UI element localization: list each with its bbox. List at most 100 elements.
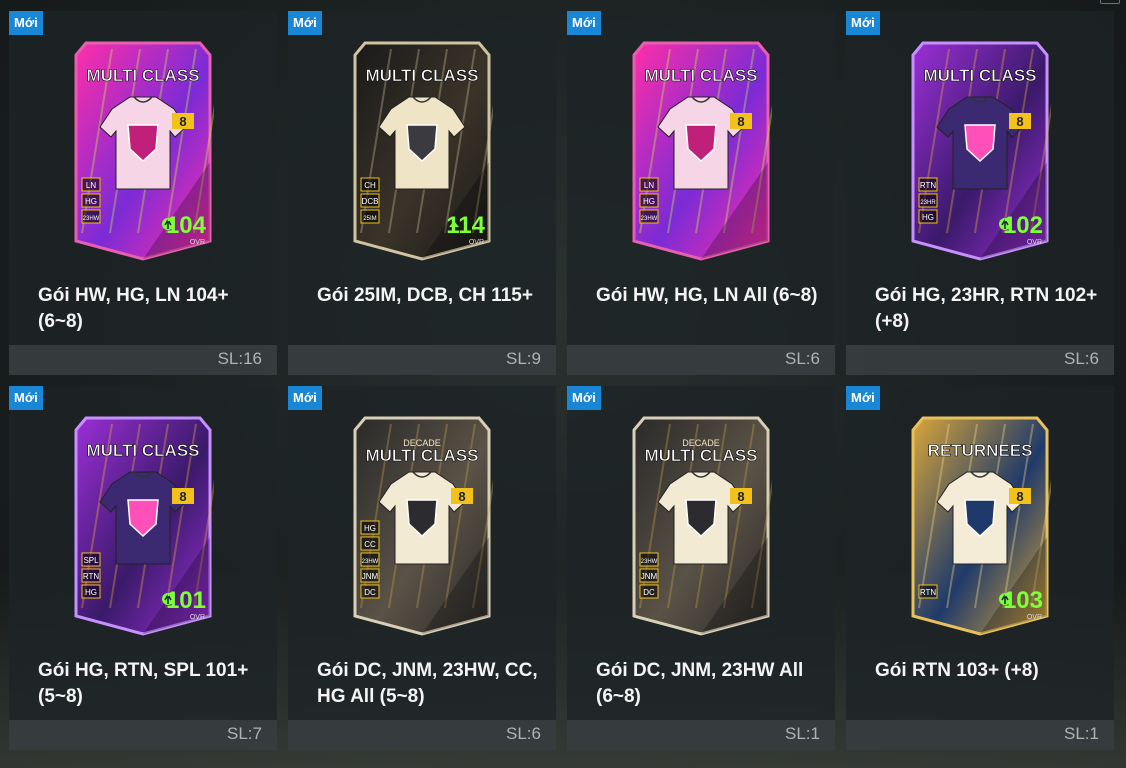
new-badge: Mới: [567, 11, 601, 35]
new-badge: Mới: [567, 386, 601, 410]
card-header-text: MULTI CLASS: [365, 66, 478, 85]
position-tag-text: LN: [86, 181, 96, 190]
position-tag-text: SPL: [83, 556, 99, 565]
new-badge: Mới: [846, 11, 880, 35]
pack-card[interactable]: Mới DECADE MULTI CLASS 8 HG CC 23HW JNM DC Gói …: [288, 386, 556, 750]
position-tag-text: LN: [644, 181, 654, 190]
quantity-bar: SL:7: [9, 720, 277, 750]
pack-title: Gói HW, HG, LN All (6~8): [596, 285, 818, 306]
pack-title: Gói DC, JNM, 23HW All (6~8): [596, 660, 804, 707]
position-tag-text: 25IM: [363, 216, 376, 222]
new-badge: Mới: [288, 11, 322, 35]
pack-card-image: MULTI CLASS CH DCB 25IM 114OVR: [353, 41, 493, 261]
pack-title: Gói RTN 103+ (+8): [875, 660, 1039, 681]
new-badge: Mới: [288, 386, 322, 410]
position-tag-text: HG: [364, 524, 376, 533]
pack-title: Gói HG, 23HR, RTN 102+ (+8): [875, 285, 1098, 332]
pack-title: Gói HW, HG, LN 104+ (6~8): [38, 285, 229, 332]
position-tag-text: HG: [643, 197, 655, 206]
quantity-bar: SL:16: [9, 345, 277, 375]
position-tag-text: CC: [364, 540, 376, 549]
ovr-value: 104: [166, 212, 207, 239]
quantity-label: SL:6: [785, 349, 820, 368]
pack-card-image: MULTI CLASS 8 LN HG 23HW 104OVR: [74, 41, 214, 261]
level-text: 8: [1016, 114, 1023, 129]
pack-card[interactable]: Mới DECADE MULTI CLASS 8 23HW JNM DC Gói DC, …: [567, 386, 835, 750]
position-tag-text: JNM: [362, 572, 379, 581]
quantity-bar: SL:6: [846, 345, 1114, 375]
scroll-indicator: [1100, 0, 1120, 4]
pack-title: Gói 25IM, DCB, CH 115+: [317, 285, 533, 306]
ovr-label: OVR: [190, 239, 205, 246]
new-badge: Mới: [846, 386, 880, 410]
ovr-value: 114: [446, 212, 485, 239]
position-tag-text: DC: [643, 588, 655, 597]
pack-card[interactable]: Mới MULTI CLASS 8 RTN 23HR HG 102 OVR Gói HG, …: [846, 11, 1114, 375]
pack-card-art: MULTI CLASS 8 RTN 23HR HG 102 OVR: [909, 39, 1051, 263]
quantity-label: SL:1: [1064, 724, 1099, 743]
quantity-bar: SL:6: [567, 345, 835, 375]
quantity-bar: SL:6: [288, 720, 556, 750]
pack-card-art: MULTI CLASS 8 LN HG 23HW 104 OVR: [72, 39, 214, 263]
level-text: 8: [179, 114, 186, 129]
ovr-label: OVR: [469, 239, 484, 246]
pack-card[interactable]: Mới MULTI CLASS 8 LN HG 23HW 104 OVR Gói HW, H…: [9, 11, 277, 375]
position-tag-text: 23HR: [920, 200, 936, 206]
position-tag-text: JNM: [641, 572, 658, 581]
ovr-label: OVR: [1027, 614, 1042, 621]
card-header-text: RETURNEES: [928, 441, 1033, 460]
level-text: 8: [179, 489, 186, 504]
ovr-label: OVR: [190, 614, 205, 621]
pack-card[interactable]: Mới MULTI CLASS CH DCB 25IM 114 OVR Gói 25IM,…: [288, 11, 556, 375]
card-header-text: MULTI CLASS: [86, 441, 199, 460]
quantity-label: SL:9: [506, 349, 541, 368]
position-tag-text: CH: [364, 181, 376, 190]
pack-title: Gói HG, RTN, SPL 101+ (5~8): [38, 660, 249, 707]
pack-card-image: RETURNEES 8 RTN 103OVR: [911, 416, 1051, 636]
position-tag-text: 23HW: [641, 559, 658, 565]
card-header-text: MULTI CLASS: [644, 66, 757, 85]
pack-card-image: MULTI CLASS 8 SPL RTN HG 101OVR: [74, 416, 214, 636]
quantity-label: SL:6: [1064, 349, 1099, 368]
position-tag-text: RTN: [920, 181, 937, 190]
quantity-bar: SL:1: [846, 720, 1114, 750]
position-tag-text: DCB: [362, 197, 379, 206]
level-text: 8: [1016, 489, 1023, 504]
quantity-label: SL:1: [785, 724, 820, 743]
position-tag-text: 23HW: [641, 216, 658, 222]
position-tag-text: HG: [85, 588, 97, 597]
pack-title: Gói DC, JNM, 23HW, CC, HG All (5~8): [317, 660, 538, 707]
card-header-text: MULTI CLASS: [365, 446, 478, 465]
position-tag-text: DC: [364, 588, 376, 597]
quantity-label: SL:7: [227, 724, 262, 743]
position-tag-text: RTN: [83, 572, 100, 581]
pack-card-art: DECADE MULTI CLASS 8 HG CC 23HW JNM DC: [351, 414, 493, 638]
pack-card-image: DECADEMULTI CLASS823HWJNMDC: [632, 416, 772, 636]
quantity-label: SL:16: [217, 349, 262, 368]
pack-card-art: DECADE MULTI CLASS 8 23HW JNM DC: [630, 414, 772, 638]
pack-card-image: DECADEMULTI CLASS8HGCC23HWJNMDC: [353, 416, 493, 636]
quantity-bar: SL:1: [567, 720, 835, 750]
ovr-value: 102: [1003, 212, 1043, 239]
card-header-text: MULTI CLASS: [86, 66, 199, 85]
pack-card[interactable]: Mới MULTI CLASS 8 LN HG 23HW Gói HW, HG, LN …: [567, 11, 835, 375]
position-tag-text: 23HW: [83, 216, 100, 222]
pack-card[interactable]: Mới MULTI CLASS 8 SPL RTN HG 101 OVR Gói HG, R…: [9, 386, 277, 750]
level-text: 8: [458, 489, 465, 504]
pack-card-art: MULTI CLASS 8 LN HG 23HW: [630, 39, 772, 263]
pack-card-image: MULTI CLASS 8 LN HG 23HW: [632, 41, 772, 261]
new-badge: Mới: [9, 386, 43, 410]
ovr-value: 103: [1003, 587, 1043, 614]
level-text: 8: [737, 489, 744, 504]
pack-card[interactable]: Mới RETURNEES 8 RTN 103 OVR Gói RTN 103+ (+8…: [846, 386, 1114, 750]
new-badge: Mới: [9, 11, 43, 35]
pack-card-art: MULTI CLASS CH DCB 25IM 114 OVR: [351, 39, 493, 263]
quantity-label: SL:6: [506, 724, 541, 743]
ovr-value: 101: [166, 587, 206, 614]
ovr-label: OVR: [1027, 239, 1042, 246]
position-tag-text: 23HW: [362, 559, 379, 565]
card-header-text: MULTI CLASS: [923, 66, 1036, 85]
pack-card-art: MULTI CLASS 8 SPL RTN HG 101 OVR: [72, 414, 214, 638]
pack-grid: Mới MULTI CLASS 8 LN HG 23HW 104 OVR Gói HW, H…: [9, 11, 1115, 750]
pack-card-image: MULTI CLASS 8 RTN 23HR HG 102OVR: [911, 41, 1051, 261]
